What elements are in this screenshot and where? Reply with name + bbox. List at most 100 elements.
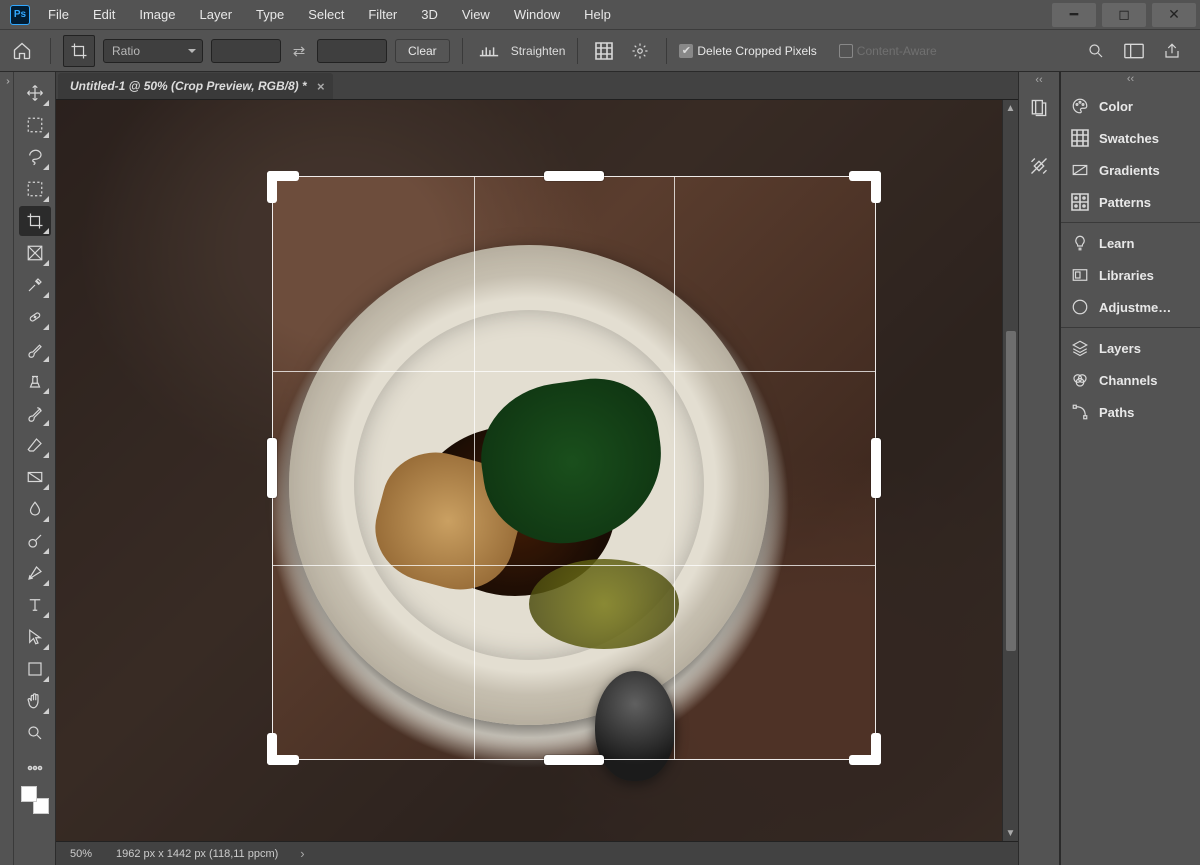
menu-filter[interactable]: Filter: [356, 0, 409, 30]
panel-adjustments[interactable]: Adjustme…: [1061, 291, 1200, 323]
frame-tool[interactable]: [19, 238, 51, 268]
lasso-tool[interactable]: [19, 142, 51, 172]
dodge-tool[interactable]: [19, 526, 51, 556]
app-logo: Ps: [10, 5, 30, 25]
crop-handle-br[interactable]: [849, 733, 881, 765]
crop-handle-left[interactable]: [267, 438, 277, 498]
expand-icon: ››: [6, 76, 7, 865]
panel-color[interactable]: Color: [1061, 90, 1200, 122]
window-close[interactable]: ✕: [1152, 3, 1196, 27]
menu-help[interactable]: Help: [572, 0, 623, 30]
move-tool[interactable]: [19, 78, 51, 108]
crop-options-gear-icon[interactable]: [626, 37, 654, 65]
separator: [462, 38, 463, 64]
options-right-icons: [1082, 37, 1194, 65]
crop-handle-top[interactable]: [544, 171, 604, 181]
menu-edit[interactable]: Edit: [81, 0, 127, 30]
share-icon[interactable]: [1158, 37, 1186, 65]
swap-dimensions-icon[interactable]: ⇄: [289, 42, 309, 60]
crop-tool[interactable]: [19, 206, 51, 236]
quick-select-tool[interactable]: [19, 174, 51, 204]
collapse-icon[interactable]: ‹‹: [1035, 74, 1042, 86]
panel-group-learn: Learn Libraries Adjustme…: [1061, 223, 1200, 328]
aspect-ratio-dropdown[interactable]: Ratio: [103, 39, 203, 63]
zoom-level[interactable]: 50%: [64, 848, 98, 860]
crop-shield: [876, 176, 1002, 760]
collapsed-panel-dock: ‹‹: [1018, 72, 1060, 865]
panel-paths[interactable]: Paths: [1061, 396, 1200, 428]
crop-handle-tr[interactable]: [849, 171, 881, 203]
crop-handle-tl[interactable]: [267, 171, 299, 203]
shape-tool[interactable]: [19, 654, 51, 684]
home-button[interactable]: [6, 35, 38, 67]
history-brush-tool[interactable]: [19, 398, 51, 428]
menu-type[interactable]: Type: [244, 0, 296, 30]
close-tab-icon[interactable]: ×: [317, 79, 325, 94]
checkbox-icon: ✔: [679, 44, 693, 58]
tool-preset-icon[interactable]: [63, 35, 95, 67]
menu-view[interactable]: View: [450, 0, 502, 30]
document-area: Untitled-1 @ 50% (Crop Preview, RGB/8) *…: [56, 72, 1018, 865]
type-tool[interactable]: [19, 590, 51, 620]
scroll-down-icon[interactable]: ▼: [1003, 825, 1018, 841]
overlay-grid-icon[interactable]: [590, 37, 618, 65]
content-aware-checkbox[interactable]: Content-Aware: [839, 44, 937, 58]
blur-tool[interactable]: [19, 494, 51, 524]
canvas[interactable]: [56, 100, 1002, 841]
document-tab-strip: Untitled-1 @ 50% (Crop Preview, RGB/8) *…: [56, 72, 1018, 100]
document-tab-title: Untitled-1 @ 50% (Crop Preview, RGB/8) *: [70, 79, 307, 93]
clear-button[interactable]: Clear: [395, 39, 450, 63]
straighten-label: Straighten: [511, 44, 566, 58]
foreground-background-color[interactable]: [21, 786, 49, 814]
brush-tool[interactable]: [19, 334, 51, 364]
menu-bar: Ps File Edit Image Layer Type Select Fil…: [0, 0, 1200, 30]
left-collapse-spine[interactable]: ››: [0, 72, 14, 865]
menu-select[interactable]: Select: [296, 0, 356, 30]
vertical-scrollbar[interactable]: ▲ ▼: [1002, 100, 1018, 841]
panel-learn[interactable]: Learn: [1061, 227, 1200, 259]
properties-panel-icon[interactable]: [1025, 152, 1053, 180]
view-mode-icon[interactable]: [1120, 37, 1148, 65]
crop-handle-bl[interactable]: [267, 733, 299, 765]
options-bar: Ratio ⇄ Clear Straighten ✔ Delete Croppe…: [0, 30, 1200, 72]
status-more-icon[interactable]: ›: [296, 846, 308, 861]
gradient-tool[interactable]: [19, 462, 51, 492]
marquee-tool[interactable]: [19, 110, 51, 140]
menu-image[interactable]: Image: [127, 0, 187, 30]
delete-cropped-checkbox[interactable]: ✔ Delete Cropped Pixels: [679, 44, 816, 58]
crop-box[interactable]: [272, 176, 876, 760]
canvas-viewport: ▲ ▼: [56, 100, 1018, 841]
collapse-icon[interactable]: ‹‹: [1061, 72, 1200, 86]
pen-tool[interactable]: [19, 558, 51, 588]
search-icon[interactable]: [1082, 37, 1110, 65]
crop-height-input[interactable]: [317, 39, 387, 63]
menu-window[interactable]: Window: [502, 0, 572, 30]
eyedropper-tool[interactable]: [19, 270, 51, 300]
zoom-tool[interactable]: [19, 718, 51, 748]
eraser-tool[interactable]: [19, 430, 51, 460]
path-selection-tool[interactable]: [19, 622, 51, 652]
document-dimensions[interactable]: 1962 px x 1442 px (118,11 ppcm): [110, 848, 284, 860]
crop-width-input[interactable]: [211, 39, 281, 63]
crop-handle-bottom[interactable]: [544, 755, 604, 765]
panel-layers[interactable]: Layers: [1061, 332, 1200, 364]
menu-file[interactable]: File: [36, 0, 81, 30]
menu-3d[interactable]: 3D: [409, 0, 450, 30]
healing-brush-tool[interactable]: [19, 302, 51, 332]
edit-toolbar-icon[interactable]: [19, 758, 51, 778]
panel-libraries[interactable]: Libraries: [1061, 259, 1200, 291]
straighten-icon[interactable]: [475, 37, 503, 65]
crop-handle-right[interactable]: [871, 438, 881, 498]
panel-swatches[interactable]: Swatches: [1061, 122, 1200, 154]
menu-layer[interactable]: Layer: [188, 0, 245, 30]
document-tab[interactable]: Untitled-1 @ 50% (Crop Preview, RGB/8) *…: [58, 73, 333, 99]
window-minimize[interactable]: ━: [1052, 3, 1096, 27]
panel-channels[interactable]: Channels: [1061, 364, 1200, 396]
panel-gradients[interactable]: Gradients: [1061, 154, 1200, 186]
scroll-up-icon[interactable]: ▲: [1003, 100, 1018, 116]
panel-patterns[interactable]: Patterns: [1061, 186, 1200, 218]
window-maximize[interactable]: ◻: [1102, 3, 1146, 27]
hand-tool[interactable]: [19, 686, 51, 716]
history-panel-icon[interactable]: [1025, 94, 1053, 122]
clone-stamp-tool[interactable]: [19, 366, 51, 396]
